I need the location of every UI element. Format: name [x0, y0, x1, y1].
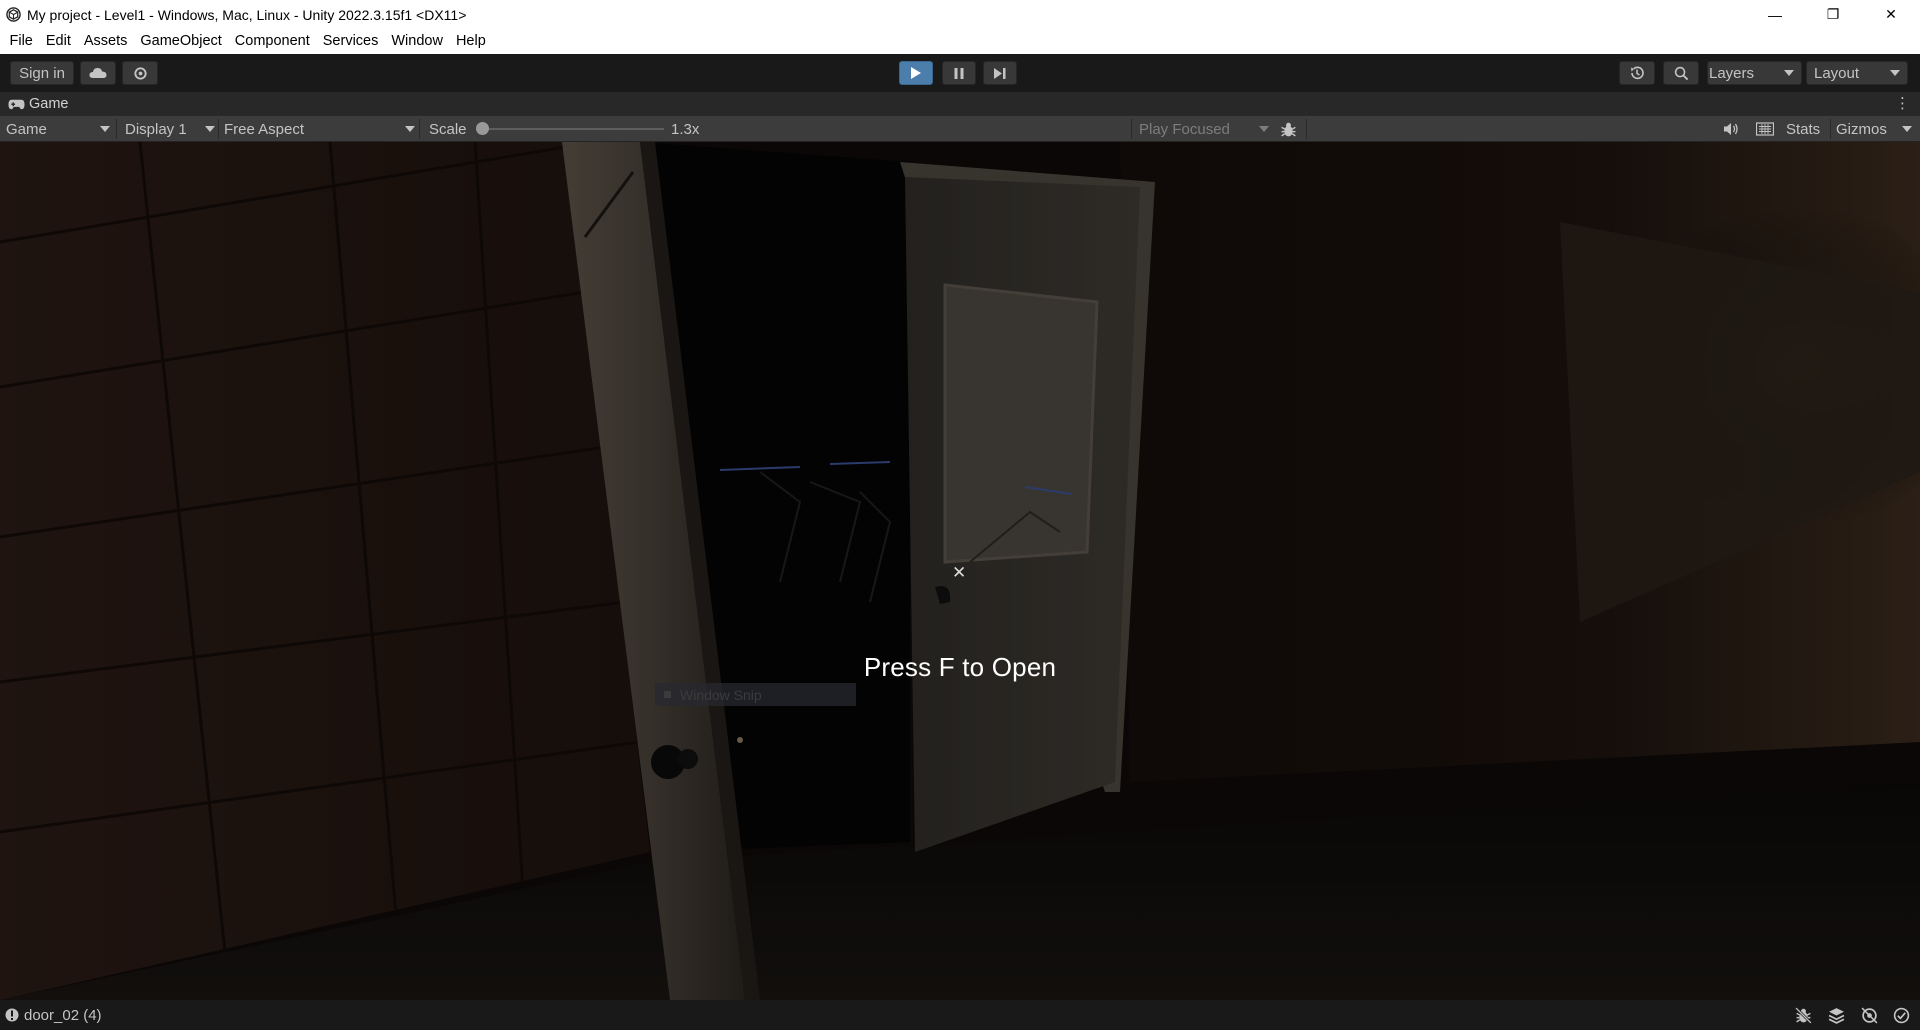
- menu-gameobject[interactable]: GameObject: [134, 29, 228, 54]
- view-dropdown[interactable]: Game: [6, 116, 110, 142]
- cache-server-icon[interactable]: [1861, 1007, 1878, 1028]
- layers-label: Layers: [1709, 64, 1755, 82]
- step-icon: [994, 67, 1006, 79]
- scale-value: 1.3x: [671, 120, 700, 138]
- divider: [218, 119, 219, 139]
- cloud-icon: [89, 68, 107, 78]
- chevron-down-icon: [100, 126, 110, 132]
- check-status-icon[interactable]: [1893, 1007, 1910, 1028]
- display-dropdown-label: Display 1: [125, 120, 187, 138]
- kebab-menu-icon[interactable]: ⋮: [1895, 94, 1910, 112]
- chevron-down-icon: [1259, 126, 1269, 132]
- shortcuts-button[interactable]: [1756, 116, 1774, 142]
- status-bar: door_02 (4): [0, 1000, 1920, 1030]
- crosshair-icon: ✕: [952, 563, 967, 582]
- stats-button[interactable]: Stats: [1786, 116, 1820, 142]
- search-icon: [1674, 66, 1688, 80]
- divider: [1306, 119, 1307, 139]
- restore-button[interactable]: ❐: [1804, 0, 1862, 29]
- play-focused-dropdown[interactable]: Play Focused: [1139, 116, 1269, 142]
- keyboard-icon: [1756, 122, 1774, 136]
- step-button[interactable]: [983, 61, 1017, 85]
- layers-dropdown[interactable]: Layers: [1707, 61, 1802, 85]
- chevron-down-icon: [1784, 70, 1794, 76]
- menu-assets[interactable]: Assets: [77, 29, 134, 54]
- scale-label: Scale: [429, 120, 467, 138]
- undo-history-button[interactable]: [1619, 61, 1655, 85]
- menu-bar: File Edit Assets GameObject Component Se…: [0, 29, 1920, 54]
- scale-slider[interactable]: [476, 116, 666, 142]
- chevron-down-icon: [205, 126, 215, 132]
- pause-icon: [954, 67, 964, 79]
- pause-button[interactable]: [942, 61, 976, 85]
- divider: [116, 119, 117, 139]
- minimize-button[interactable]: —: [1746, 0, 1804, 29]
- scale-slider-thumb[interactable]: [476, 122, 489, 135]
- speaker-icon: [1724, 123, 1738, 135]
- main-toolbar: Sign in Layers Layout: [0, 54, 1920, 92]
- window-snip-overlay: Window Snip: [655, 683, 856, 706]
- mute-audio-button[interactable]: [1723, 116, 1739, 142]
- debug-bug-status-icon[interactable]: [1795, 1007, 1812, 1028]
- history-icon: [1631, 66, 1644, 80]
- tab-game[interactable]: Game: [8, 92, 69, 116]
- bug-icon: [1281, 122, 1296, 136]
- aspect-dropdown-label: Free Aspect: [224, 120, 305, 138]
- collab-button[interactable]: [122, 61, 158, 85]
- menu-window[interactable]: Window: [385, 29, 450, 54]
- scale-slider-track: [484, 128, 664, 130]
- cloud-button[interactable]: [80, 61, 116, 85]
- status-message[interactable]: door_02 (4): [24, 1007, 102, 1024]
- chevron-down-icon: [405, 126, 415, 132]
- play-focused-label: Play Focused: [1139, 120, 1230, 138]
- chevron-down-icon: [1902, 126, 1912, 132]
- menu-component[interactable]: Component: [228, 29, 316, 54]
- gizmos-dropdown[interactable]: [1902, 116, 1912, 142]
- divider: [1131, 119, 1132, 139]
- game-view-toolbar: Game Display 1 Free Aspect Scale 1.3x Pl…: [0, 116, 1920, 142]
- close-button[interactable]: ✕: [1862, 0, 1920, 29]
- divider: [1830, 119, 1831, 139]
- layout-label: Layout: [1814, 64, 1860, 82]
- snip-icon: [664, 691, 671, 698]
- settings-gear-icon: [133, 66, 147, 80]
- layers-stack-icon[interactable]: [1828, 1007, 1845, 1028]
- menu-help[interactable]: Help: [449, 29, 492, 54]
- aspect-dropdown[interactable]: Free Aspect: [224, 116, 415, 142]
- window-title: My project - Level1 - Windows, Mac, Linu…: [27, 6, 467, 23]
- debug-bug-button[interactable]: [1280, 116, 1297, 142]
- sign-in-button[interactable]: Sign in: [10, 61, 74, 85]
- display-dropdown[interactable]: Display 1: [125, 116, 215, 142]
- play-icon: [911, 67, 921, 79]
- view-dropdown-label: Game: [6, 120, 47, 138]
- game-tab-header: Game ⋮: [0, 92, 1920, 116]
- tab-game-label: Game: [29, 96, 69, 112]
- title-bar: My project - Level1 - Windows, Mac, Linu…: [0, 0, 1920, 29]
- play-button[interactable]: [899, 61, 933, 85]
- menu-edit[interactable]: Edit: [39, 29, 77, 54]
- divider: [419, 119, 420, 139]
- layout-dropdown[interactable]: Layout: [1806, 61, 1908, 85]
- gamepad-icon: [8, 99, 25, 109]
- unity-logo-icon: [5, 7, 21, 23]
- gizmos-button[interactable]: Gizmos: [1836, 116, 1887, 142]
- menu-services[interactable]: Services: [316, 29, 385, 54]
- window-snip-label: Window Snip: [680, 686, 762, 703]
- chevron-down-icon: [1890, 70, 1900, 76]
- game-viewport[interactable]: Window Snip ✕ Press F to Open: [0, 142, 1920, 1000]
- interaction-prompt: Press F to Open: [863, 652, 1057, 682]
- info-icon: [5, 1007, 19, 1023]
- menu-file[interactable]: File: [3, 29, 39, 54]
- search-button[interactable]: [1663, 61, 1699, 85]
